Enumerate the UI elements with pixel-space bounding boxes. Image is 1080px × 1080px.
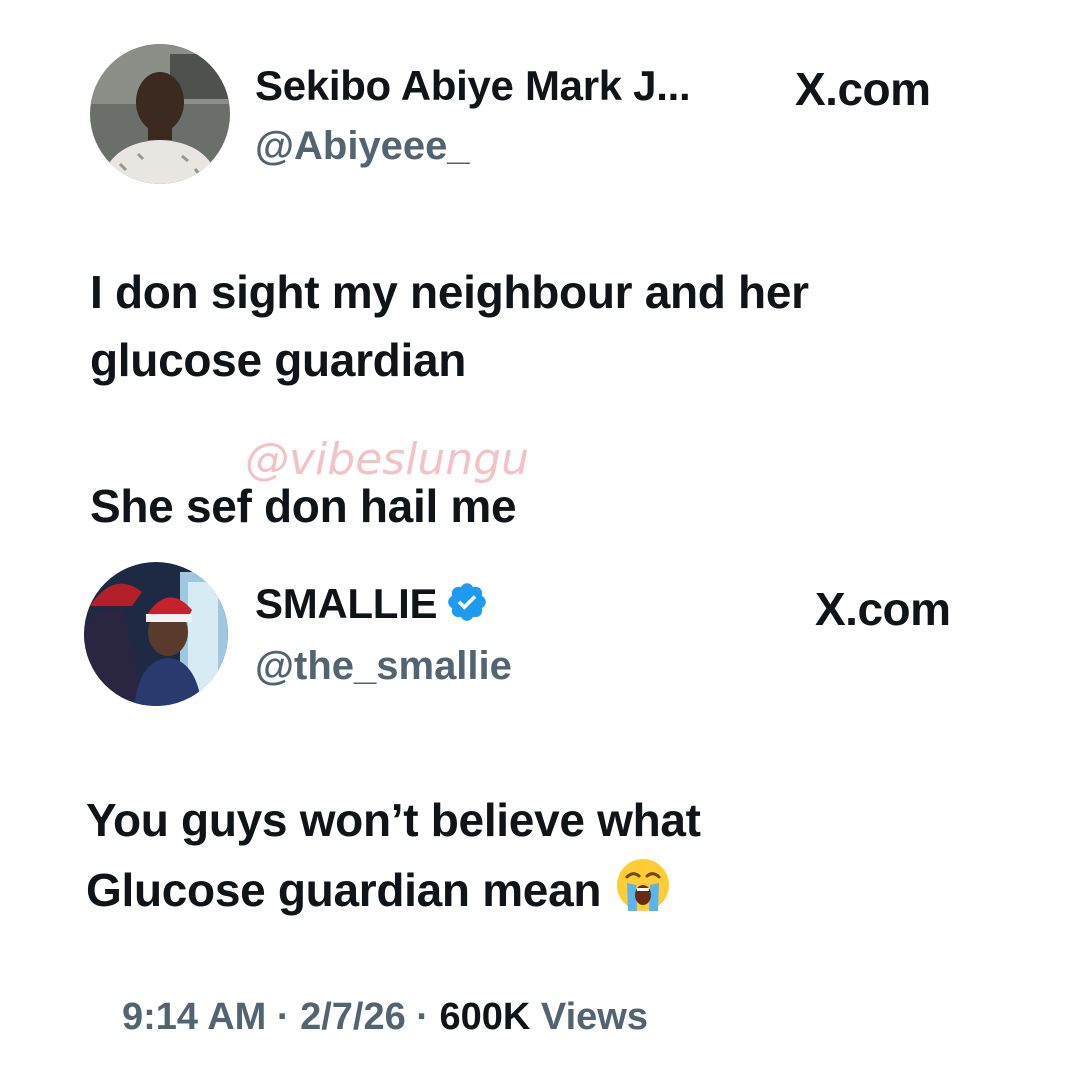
tweet-text-line: You guys won’t believe what [86,794,701,846]
tweet-meta: 9:14 AM · 2/7/26 · 600K Views [122,996,648,1039]
tweet-text-line-content: Glucose guardian mean [86,864,602,916]
source-label: X.com [795,62,931,116]
author-handle[interactable]: @the_smallie [255,644,512,689]
tweet-date[interactable]: 2/7/26 [300,996,406,1038]
tweet-text-line: glucose guardian [90,334,467,386]
tweet-text-line: She sef don hail me [90,480,517,532]
verified-badge-icon [445,580,489,634]
x-logo-icon: X.com [815,583,951,635]
tweet-text-line: Glucose guardian mean [86,856,671,931]
author-name-text: SMALLIE [255,580,438,628]
tweet-text-line: I don sight my neighbour and her [90,266,809,318]
author-name[interactable]: SMALLIE [255,580,489,634]
views-label: Views [530,996,648,1038]
meta-separator: · [405,996,440,1038]
crying-face-icon [615,857,671,931]
author-handle[interactable]: @Abiyeee_ [255,124,470,169]
views-count: 600K [439,996,531,1038]
avatar-smallie[interactable] [84,562,228,706]
author-name[interactable]: Sekibo Abiye Mark J... [255,62,691,110]
avatar-sekibo[interactable] [90,44,230,184]
x-logo-icon: X.com [795,63,931,115]
meta-separator: · [266,996,301,1038]
source-label: X.com [815,582,951,636]
tweet-time[interactable]: 9:14 AM [122,996,266,1038]
